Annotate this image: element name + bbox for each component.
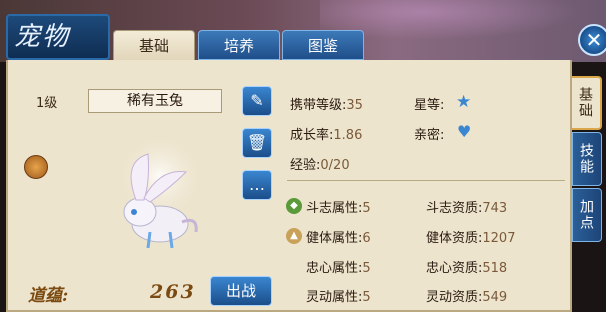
intimacy-label: 亲密: bbox=[414, 128, 445, 143]
attr-value: 5 bbox=[362, 201, 371, 216]
tab-basic[interactable]: 基础 bbox=[113, 30, 195, 60]
side-tab-points[interactable]: 加点 bbox=[572, 188, 602, 242]
pencil-icon: ✎ bbox=[250, 91, 264, 110]
attr-label: 健体属性: bbox=[306, 231, 363, 246]
speech-bubble-icon: … bbox=[249, 175, 265, 194]
growth-rate-label: 成长率: bbox=[290, 128, 334, 143]
apt-row-agility: 灵动资质:549 bbox=[426, 286, 507, 305]
lock-icon[interactable] bbox=[24, 155, 48, 179]
pet-title-logo: 宠物 bbox=[6, 14, 110, 60]
tab-collection[interactable]: 图鉴 bbox=[282, 30, 364, 60]
experience-value: 0/20 bbox=[320, 158, 350, 173]
apt-value: 743 bbox=[482, 201, 508, 216]
attr-row-loyalty: 忠心属性:5 bbox=[306, 257, 371, 276]
apt-row-fitness: 健体资质:1207 bbox=[426, 227, 515, 246]
attr-row-agility: 灵动属性:5 bbox=[306, 286, 371, 305]
experience-label: 经验: bbox=[290, 158, 321, 173]
fitness-icon[interactable]: ▲ bbox=[286, 228, 302, 244]
attr-row-fighting-spirit: 斗志属性:5 bbox=[306, 197, 371, 216]
daoyun-label: 道蕴: bbox=[28, 286, 69, 306]
carry-level-value: 35 bbox=[346, 98, 363, 113]
apt-row-fighting-spirit: 斗志资质:743 bbox=[426, 197, 507, 216]
daoyun-value: 263 bbox=[150, 281, 196, 303]
apt-label: 健体资质: bbox=[426, 231, 483, 246]
apt-value: 518 bbox=[482, 261, 508, 276]
tab-training[interactable]: 培养 bbox=[198, 30, 280, 60]
pet-name-field[interactable]: 稀有玉兔 bbox=[88, 89, 222, 113]
release-button[interactable]: 🗑 bbox=[242, 128, 272, 158]
carry-level-label: 携带等级: bbox=[290, 98, 347, 113]
deploy-button[interactable]: 出战 bbox=[210, 276, 272, 306]
growth-rate-value: 1.86 bbox=[333, 128, 363, 143]
attr-label: 忠心属性: bbox=[306, 261, 363, 276]
rename-button[interactable]: ✎ bbox=[242, 86, 272, 116]
apt-value: 549 bbox=[482, 290, 508, 305]
close-icon: ✕ bbox=[585, 28, 603, 52]
trash-icon: 🗑 bbox=[246, 133, 268, 152]
carry-level: 携带等级:35 bbox=[290, 94, 363, 113]
star-grade-label: 星等: bbox=[414, 98, 445, 113]
side-tab-basic[interactable]: 基础 bbox=[572, 76, 602, 130]
attr-value: 5 bbox=[362, 261, 371, 276]
heart-icon: ♥ bbox=[457, 122, 472, 141]
side-tab-skills[interactable]: 技能 bbox=[572, 132, 602, 186]
fighting-spirit-icon[interactable]: ◆ bbox=[286, 198, 302, 214]
pet-jade-rabbit-image bbox=[115, 132, 205, 249]
apt-row-loyalty: 忠心资质:518 bbox=[426, 257, 507, 276]
experience: 经验:0/20 bbox=[290, 154, 350, 173]
growth-rate: 成长率:1.86 bbox=[290, 124, 362, 143]
close-button[interactable]: ✕ bbox=[578, 24, 606, 56]
pet-level: 1级 bbox=[36, 96, 58, 111]
stats-divider bbox=[287, 180, 565, 181]
chat-button[interactable]: … bbox=[242, 170, 272, 200]
apt-label: 灵动资质: bbox=[426, 290, 483, 305]
attr-label: 斗志属性: bbox=[306, 201, 363, 216]
star-icon: ★ bbox=[456, 92, 472, 112]
apt-value: 1207 bbox=[482, 231, 516, 246]
attr-row-fitness: 健体属性:6 bbox=[306, 227, 371, 246]
attr-label: 灵动属性: bbox=[306, 290, 363, 305]
attr-value: 5 bbox=[362, 290, 371, 305]
apt-label: 斗志资质: bbox=[426, 201, 483, 216]
attr-value: 6 bbox=[362, 231, 371, 246]
apt-label: 忠心资质: bbox=[426, 261, 483, 276]
